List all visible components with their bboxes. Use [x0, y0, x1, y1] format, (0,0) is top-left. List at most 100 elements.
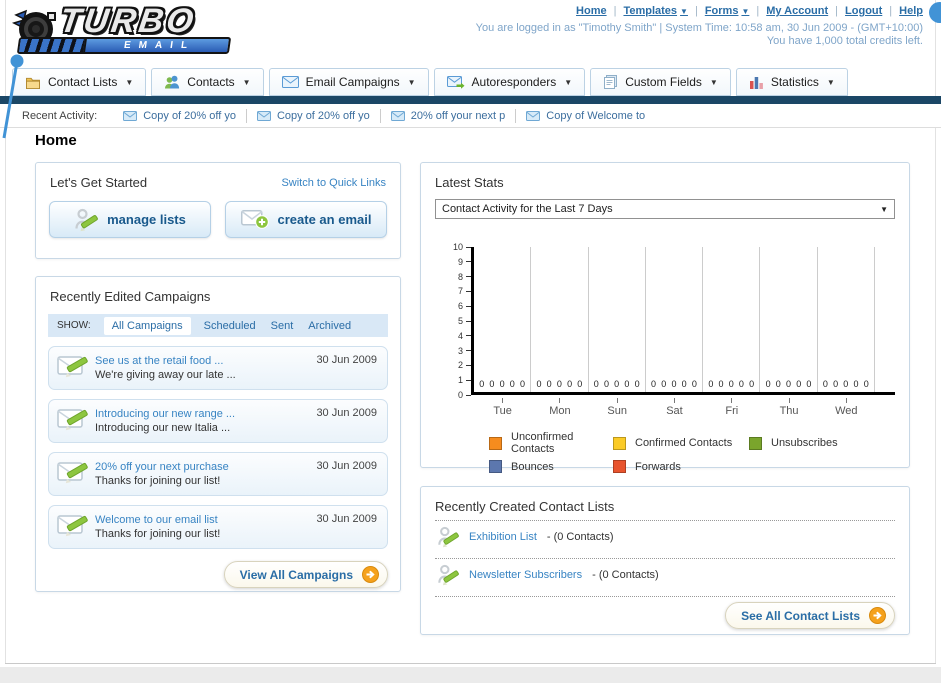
contact-activity-chart: 10 9 8 7 6 5 4 3 2 1 0 000000000000000000000000000…	[435, 242, 895, 425]
get-started-panel: Let's Get Started Switch to Quick Links …	[35, 162, 401, 259]
dropdown-arrow-icon: ▼	[407, 77, 416, 87]
legend-swatch	[489, 436, 502, 450]
dropdown-arrow-icon: ▼	[242, 77, 251, 87]
bar-value-label: 0	[708, 379, 714, 389]
filter-archived[interactable]: Archived	[308, 320, 351, 332]
mail-icon	[390, 110, 405, 121]
dropdown-arrow-icon: ▼	[741, 6, 750, 16]
top-nav-forms[interactable]: Forms ▼	[705, 5, 750, 17]
email-campaigns-icon	[281, 76, 299, 88]
recent-activity-item[interactable]: Copy of 20% off yo	[113, 108, 247, 123]
y-axis-tick: 5	[458, 316, 471, 326]
bar-value-label: 0	[520, 379, 526, 389]
help-bubble-icon[interactable]	[929, 2, 941, 23]
campaign-title-link[interactable]: Introducing our new range ...	[95, 407, 316, 421]
footer-strip	[0, 667, 941, 683]
person-edit-icon	[75, 208, 98, 231]
recent-activity-bar: Recent Activity: Copy of 20% off yo Copy…	[0, 104, 941, 128]
legend-item: Confirmed Contacts	[613, 431, 749, 455]
bar-value-label: 0	[671, 379, 677, 389]
campaign-title-link[interactable]: 20% off your next purchase	[95, 460, 316, 474]
campaign-row[interactable]: Introducing our new range ... Introducin…	[48, 399, 388, 443]
stats-period-select[interactable]: Contact Activity for the Last 7 Days ▼	[435, 199, 895, 219]
see-all-contact-lists-button[interactable]: See All Contact Lists	[725, 602, 895, 629]
manage-lists-button[interactable]: manage lists	[49, 201, 211, 238]
x-axis-label: Fri	[703, 398, 760, 417]
bar-value-label: 0	[681, 379, 687, 389]
x-axis-label: Sun	[589, 398, 646, 417]
legend-item: Unconfirmed Contacts	[489, 431, 613, 455]
legend-swatch	[613, 436, 626, 450]
campaign-date: 30 Jun 2009	[316, 354, 377, 366]
contact-list-item[interactable]: Exhibition List - (0 Contacts)	[421, 521, 909, 552]
contact-list-item[interactable]: Newsletter Subscribers - (0 Contacts)	[421, 559, 909, 590]
person-edit-icon	[438, 564, 459, 585]
bar-value-label: 0	[691, 379, 697, 389]
tab-autoresponders[interactable]: Autoresponders ▼	[433, 68, 586, 96]
campaign-title-link[interactable]: Welcome to our email list	[95, 513, 316, 527]
envelope-edit-icon	[57, 515, 88, 537]
top-nav-home[interactable]: Home	[576, 5, 607, 17]
filter-scheduled[interactable]: Scheduled	[204, 320, 256, 332]
campaign-row[interactable]: 20% off your next purchase Thanks for jo…	[48, 452, 388, 496]
bar-value-label: 0	[853, 379, 859, 389]
bar-value-label: 0	[796, 379, 802, 389]
contact-list-link[interactable]: Exhibition List	[469, 531, 537, 543]
chart-day-group: 00000	[531, 247, 589, 392]
campaign-row[interactable]: See us at the retail food ... We're givi…	[48, 346, 388, 390]
turbo-email-app: TURBO EMAIL Home | Templates ▼ | Forms ▼ |…	[0, 0, 941, 683]
recent-activity-label: Recent Activity:	[22, 109, 98, 122]
logo-subtitle: EMAIL	[123, 40, 196, 51]
latest-stats-title: Latest Stats	[435, 175, 504, 190]
chart-day-group: 00000	[760, 247, 818, 392]
show-label: SHOW:	[57, 320, 91, 331]
bar-value-label: 0	[546, 379, 552, 389]
autoresponders-icon	[446, 75, 465, 89]
app-logo[interactable]: TURBO EMAIL	[10, 2, 240, 62]
recent-activity-item[interactable]: 20% off your next p	[381, 108, 517, 123]
chart-x-axis: Tue Mon Sun Sat Fri Thu Wed	[474, 398, 895, 417]
top-nav-logout[interactable]: Logout	[845, 5, 882, 17]
tab-statistics[interactable]: Statistics ▼	[735, 68, 848, 96]
latest-stats-panel: Latest Stats Contact Activity for the La…	[420, 162, 910, 473]
bar-value-label: 0	[843, 379, 849, 389]
x-axis-label: Mon	[531, 398, 588, 417]
envelope-edit-icon	[57, 462, 88, 484]
arrow-circle-icon	[362, 566, 379, 583]
filter-all-campaigns[interactable]: All Campaigns	[103, 316, 191, 335]
contact-list-link[interactable]: Newsletter Subscribers	[469, 569, 582, 581]
bar-value-label: 0	[806, 379, 812, 389]
campaign-title-link[interactable]: See us at the retail food ...	[95, 354, 316, 368]
bar-value-label: 0	[749, 379, 755, 389]
chart-day-group: 00000	[589, 247, 646, 392]
y-axis-tick: 4	[458, 331, 471, 341]
dotted-divider	[435, 596, 895, 597]
tab-custom-fields[interactable]: Custom Fields ▼	[590, 68, 731, 96]
dropdown-arrow-icon: ▼	[125, 77, 134, 87]
top-nav-templates[interactable]: Templates ▼	[623, 5, 688, 17]
recent-activity-item[interactable]: Copy of Welcome to	[516, 109, 655, 123]
envelope-edit-icon	[57, 409, 88, 431]
tab-email-campaigns[interactable]: Email Campaigns ▼	[268, 68, 429, 96]
recent-activity-item[interactable]: Copy of 20% off yo	[247, 108, 381, 123]
campaign-row[interactable]: Welcome to our email list Thanks for joi…	[48, 505, 388, 549]
recent-campaigns-title: Recently Edited Campaigns	[50, 289, 211, 304]
create-email-button[interactable]: create an email	[225, 201, 387, 238]
bar-value-label: 0	[765, 379, 771, 389]
filter-sent[interactable]: Sent	[271, 320, 294, 332]
contact-list-count: - (0 Contacts)	[592, 568, 659, 581]
switch-quick-links-link[interactable]: Switch to Quick Links	[281, 177, 386, 189]
y-axis-tick: 7	[458, 286, 471, 296]
top-nav-my-account[interactable]: My Account	[766, 5, 828, 17]
divider: |	[613, 5, 617, 17]
top-nav-help[interactable]: Help	[899, 5, 923, 17]
tab-contacts[interactable]: Contacts ▼	[151, 68, 264, 96]
campaign-subject: Thanks for joining our list!	[95, 475, 221, 487]
chart-day-group: 00000	[646, 247, 704, 392]
chart-day-group: 00000	[474, 247, 532, 392]
bar-value-label: 0	[479, 379, 485, 389]
campaign-date: 30 Jun 2009	[316, 513, 377, 525]
y-axis-tick: 1	[458, 375, 471, 385]
tab-contact-lists[interactable]: Contact Lists ▼	[12, 68, 147, 96]
view-all-campaigns-button[interactable]: View All Campaigns	[223, 561, 388, 588]
